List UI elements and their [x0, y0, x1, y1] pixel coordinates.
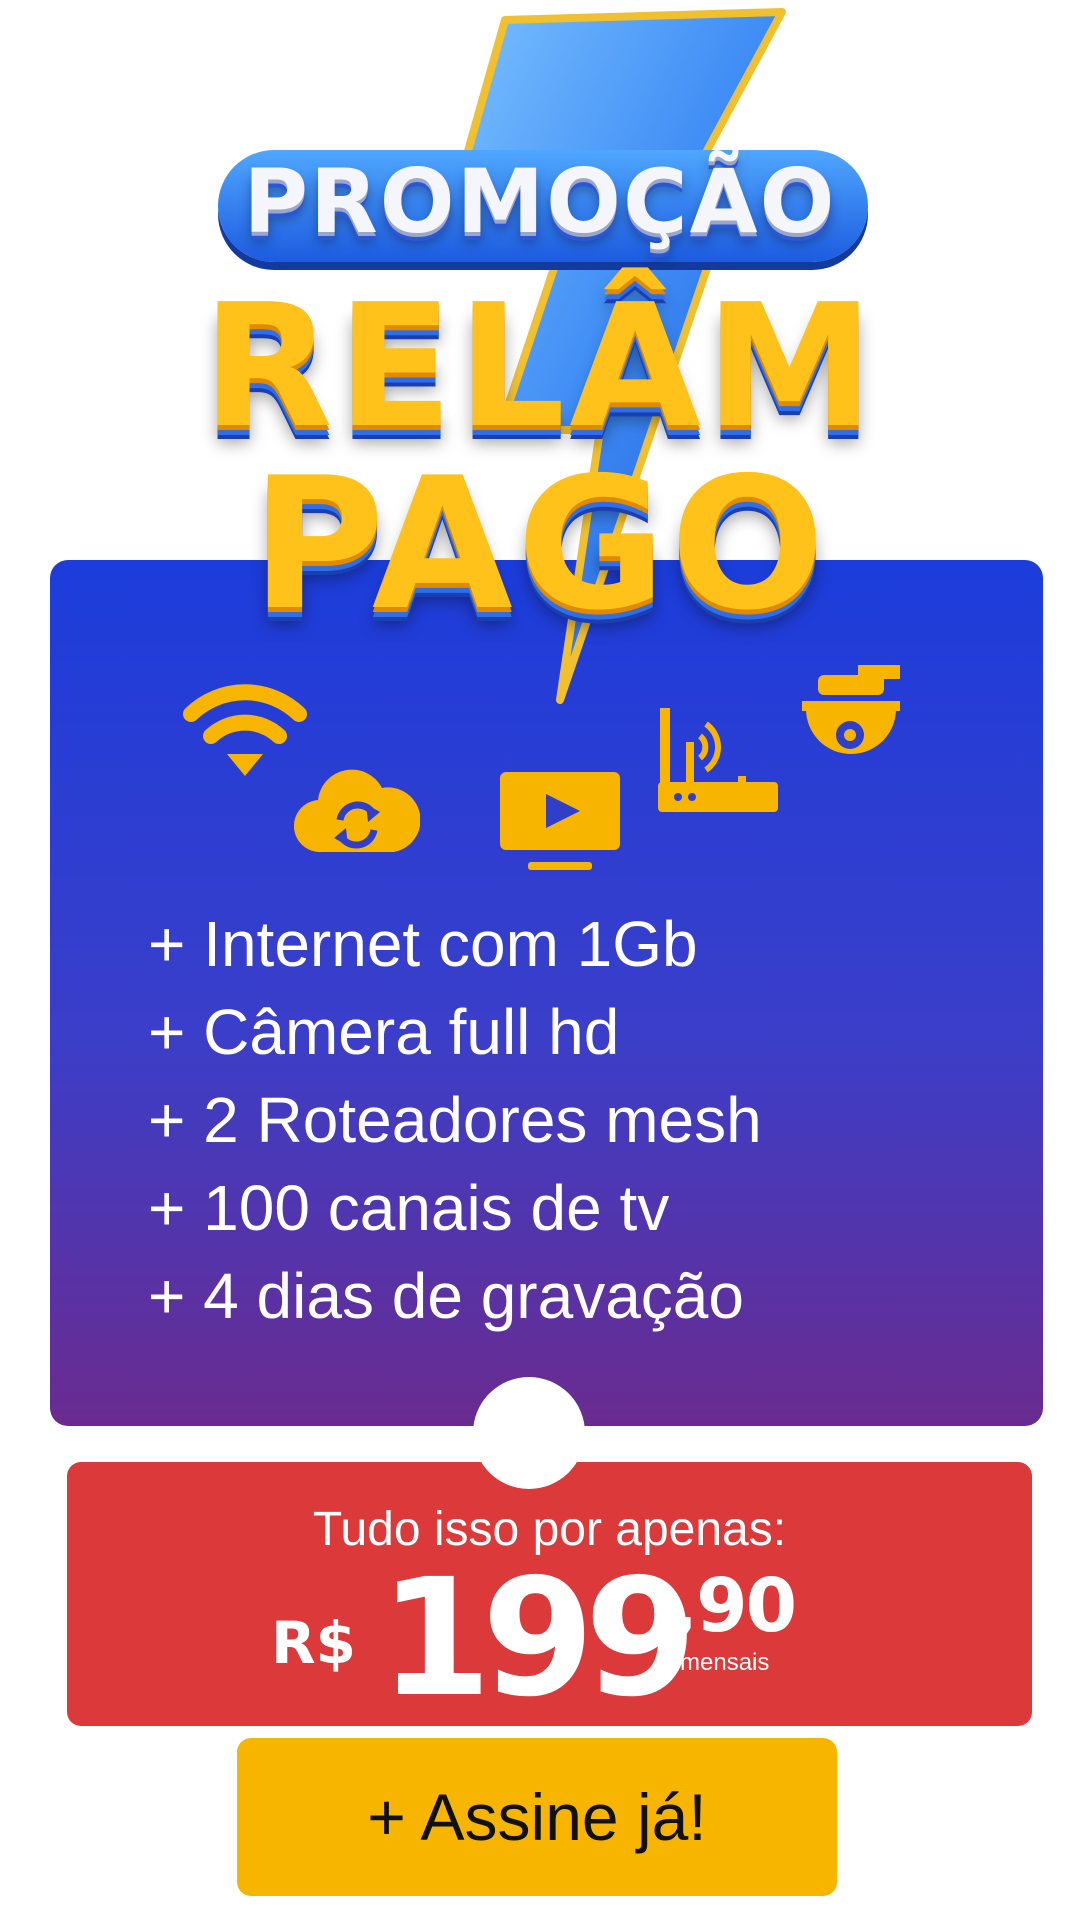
cloud-sync-icon: [294, 769, 420, 853]
price-period: mensais: [680, 1649, 770, 1676]
router-icon: [658, 708, 778, 812]
service-icons: [0, 0, 1080, 900]
subscribe-button[interactable]: + Assine já!: [237, 1738, 837, 1896]
price-currency: R$: [271, 1609, 357, 1677]
price-amount: R$ 199 ,90 mensais: [67, 1545, 1032, 1733]
feature-item: + Câmera full hd: [148, 996, 620, 1068]
security-camera-icon: [802, 665, 900, 754]
price-integer: 199: [379, 1545, 697, 1733]
decorative-circle: [473, 1377, 585, 1489]
feature-list: + Internet com 1Gb + Câmera full hd + 2 …: [148, 900, 762, 1340]
feature-item: + Internet com 1Gb: [148, 908, 698, 980]
feature-item: + 2 Roteadores mesh: [148, 1084, 762, 1156]
price-cents: ,90: [670, 1563, 797, 1649]
tv-play-icon: [500, 772, 620, 870]
price-box: Tudo isso por apenas: R$ 199 ,90 mensais: [67, 1462, 1032, 1733]
wifi-icon: [183, 684, 307, 776]
feature-item: + 100 canais de tv: [148, 1172, 670, 1244]
feature-item: + 4 dias de gravação: [148, 1260, 744, 1332]
